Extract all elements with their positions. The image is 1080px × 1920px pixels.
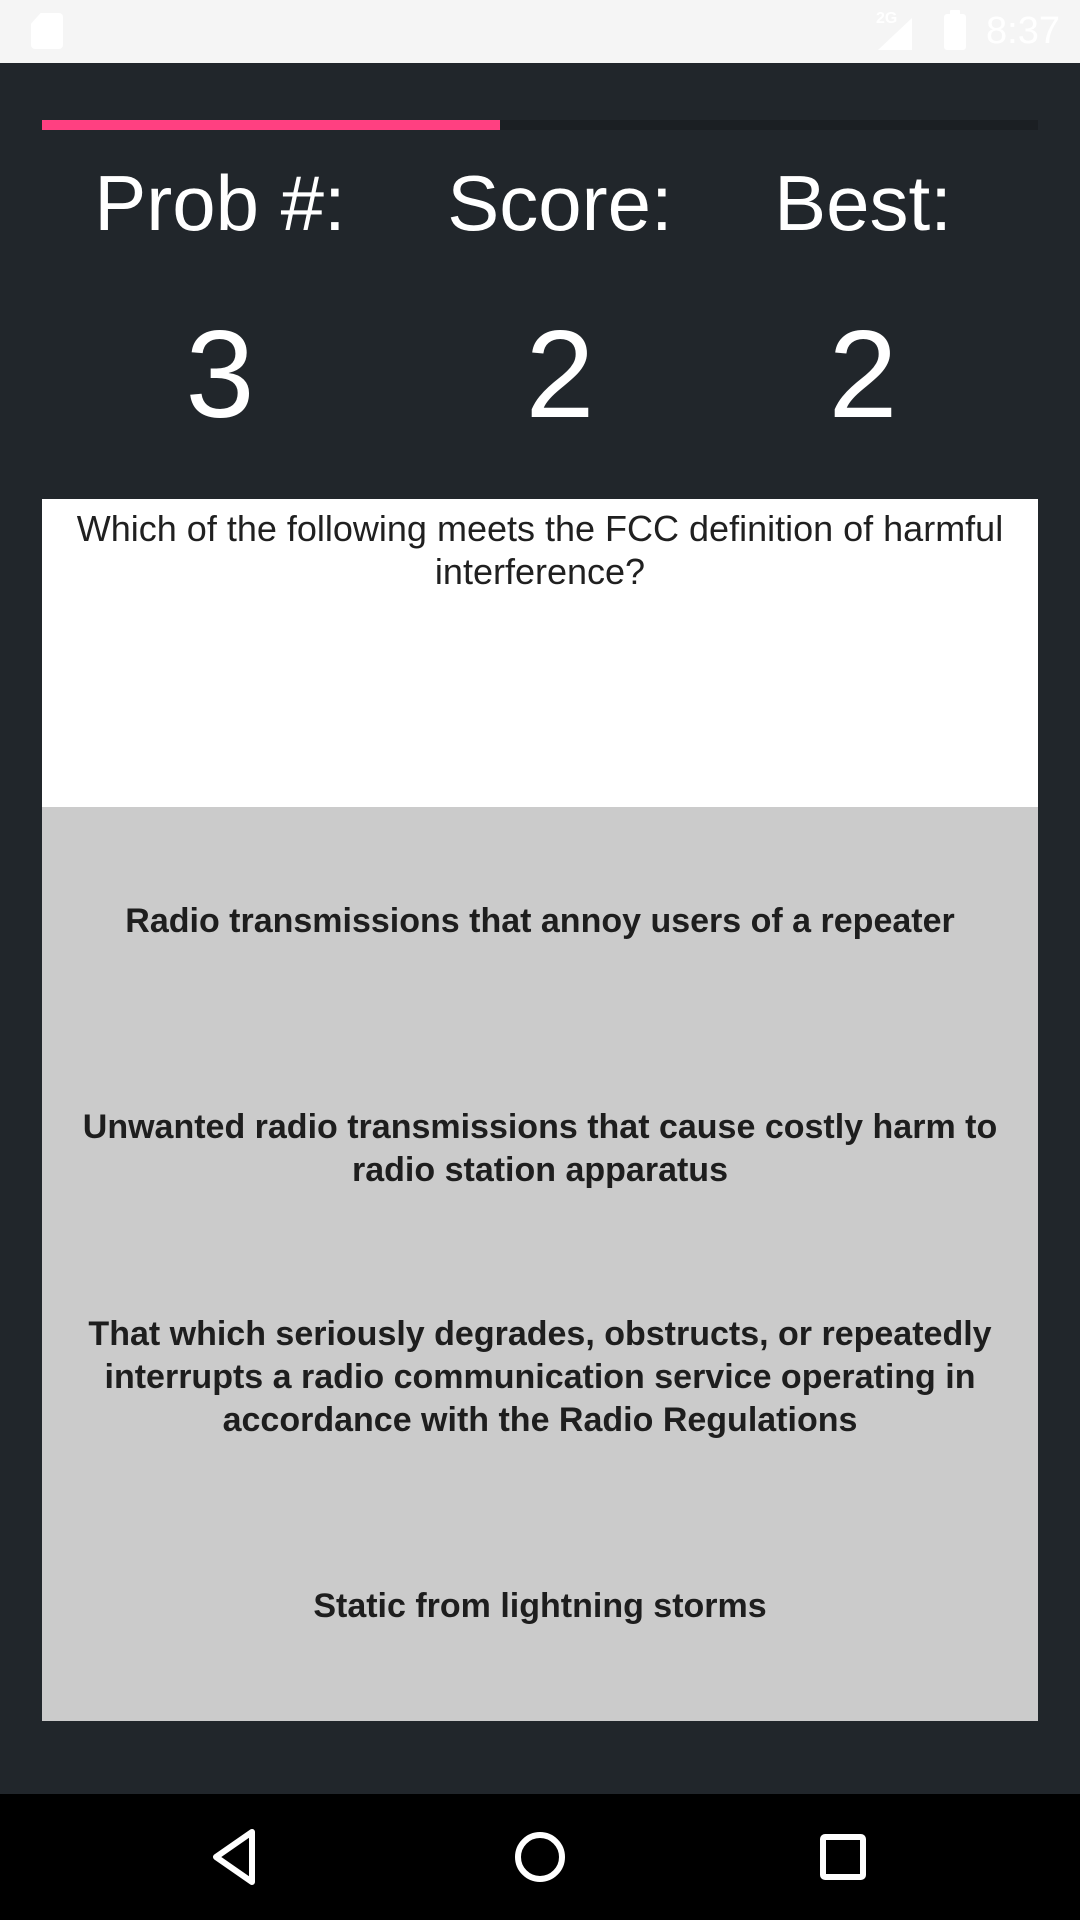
answer-option-1[interactable]: Radio transmissions that annoy users of … [42,807,1038,1035]
answer-option-3[interactable]: That which seriously degrades, obstructs… [42,1263,1038,1491]
navigation-bar [0,1794,1080,1920]
sd-card-icon [31,13,63,49]
status-bar: 2G 8:37 [0,0,1080,63]
recents-icon[interactable] [808,1822,878,1892]
answer-option-4[interactable]: Static from lightning storms [42,1491,1038,1721]
score-value: 2 [525,306,595,444]
problem-number-label: Prob #: [94,159,346,247]
quiz-progress-bar [42,120,1038,130]
signal-icon [878,18,912,50]
best-score-label: Best: [774,159,952,247]
question-text: Which of the following meets the FCC def… [42,499,1038,807]
answer-list: Radio transmissions that annoy users of … [42,807,1038,1721]
score-label: Score: [447,159,673,247]
best-score-value: 2 [828,306,898,444]
status-clock: 8:37 [986,10,1060,52]
answer-option-2[interactable]: Unwanted radio transmissions that cause … [42,1035,1038,1263]
quiz-progress-fill [42,120,501,130]
home-icon[interactable] [505,1822,575,1892]
battery-icon [944,10,966,50]
problem-number-value: 3 [185,306,255,444]
back-icon[interactable] [200,1822,270,1892]
